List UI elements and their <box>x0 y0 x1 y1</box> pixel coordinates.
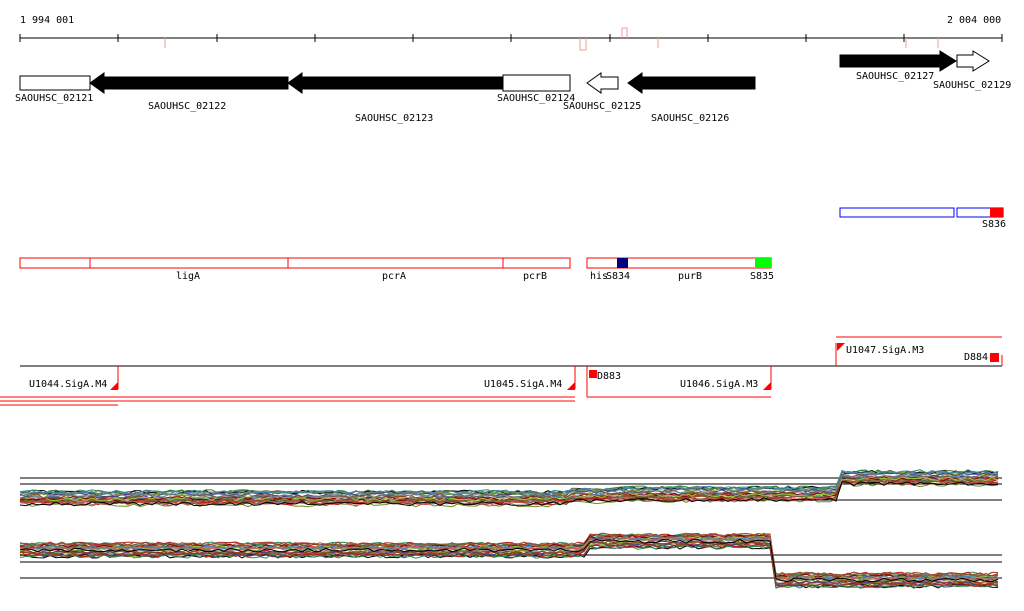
gene-label: SAOUHSC_02121 <box>15 93 93 104</box>
gene-label: SAOUHSC_02122 <box>148 101 226 112</box>
gene-arrow[interactable] <box>287 72 504 94</box>
promoter-track: U1044.SigA.M4 U1045.SigA.M4 D883 U1046.S… <box>0 336 1003 406</box>
operon-label: S834 <box>606 271 630 282</box>
feature-marker[interactable] <box>990 208 1003 217</box>
gene-label: SAOUHSC_02129 <box>933 80 1011 91</box>
gene-label: SAOUHSC_02125 <box>563 101 641 112</box>
promoter-flag[interactable] <box>763 382 771 390</box>
gene-arrow[interactable] <box>839 50 957 72</box>
operon-label: pcrB <box>523 271 547 282</box>
operon-label: ligA <box>176 271 200 282</box>
upper-feature-track: S836 <box>839 207 1006 230</box>
gene-label: SAOUHSC_02123 <box>355 113 433 124</box>
promoter-label: U1045.SigA.M4 <box>484 379 562 390</box>
coordinate-ruler: 1 994 001 2 004 000 <box>19 15 1003 51</box>
promoter-label: U1046.SigA.M3 <box>680 379 758 390</box>
promoter-flag[interactable] <box>110 382 118 390</box>
operon-label: S835 <box>750 271 774 282</box>
gene-arrow[interactable] <box>502 74 571 92</box>
promoter-label: U1044.SigA.M4 <box>29 379 107 390</box>
operon-label: pcrA <box>382 271 406 282</box>
gene-track: SAOUHSC_02121 SAOUHSC_02122 SAOUHSC_0212… <box>15 50 1011 124</box>
promoter-label: D883 <box>597 371 621 382</box>
terminator-marker[interactable] <box>990 353 999 362</box>
feature-box[interactable] <box>839 207 955 218</box>
gene-arrow[interactable] <box>956 50 990 72</box>
gene-label: SAOUHSC_02126 <box>651 113 729 124</box>
ruler-end-label: 2 004 000 <box>947 15 1001 26</box>
operon-box[interactable] <box>19 257 571 269</box>
gene-arrow[interactable] <box>19 75 91 91</box>
operon-label: purB <box>678 271 702 282</box>
feature-marker[interactable] <box>755 258 771 268</box>
gene-arrow[interactable] <box>586 72 619 94</box>
ruler-start-label: 1 994 001 <box>20 15 74 26</box>
expression-line <box>19 476 999 502</box>
promoter-label: U1047.SigA.M3 <box>846 345 924 356</box>
expression-track-minus <box>19 532 1002 589</box>
operon-track: ligA pcrA pcrB his S834 purB S835 <box>19 257 774 282</box>
feature-label: S836 <box>982 219 1006 230</box>
operon-box[interactable] <box>586 257 772 269</box>
promoter-flag[interactable] <box>567 382 575 390</box>
promoter-flag[interactable] <box>837 343 845 351</box>
gene-arrow[interactable] <box>627 72 756 94</box>
terminator-marker[interactable] <box>589 370 597 378</box>
gene-label: SAOUHSC_02127 <box>856 71 934 82</box>
feature-marker[interactable] <box>617 258 628 268</box>
ruler-marks <box>164 27 939 51</box>
expression-track-plus <box>19 469 1002 508</box>
promoter-label: D884 <box>964 352 988 363</box>
gene-arrow[interactable] <box>89 72 289 94</box>
genome-browser-view: 1 994 001 2 004 000 SAOUHSC_02121 SAOUHS… <box>0 15 1011 589</box>
